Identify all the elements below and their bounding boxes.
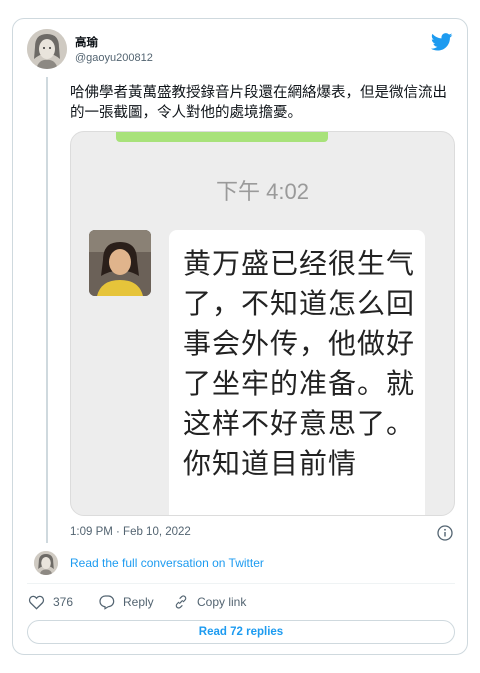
chat-message-bubble: 黄万盛已经很生气了，不知道怎么回事会外传，他做好了坐牢的准备。就这样不好意思了。… bbox=[169, 230, 425, 515]
chat-sender-avatar bbox=[89, 230, 151, 296]
tweet-text: 哈佛學者黃萬盛教授錄音片段還在網絡爆表，但是微信流出的一張截圖，令人對他的處境擔… bbox=[70, 85, 447, 121]
reply-bubble-icon bbox=[99, 595, 115, 610]
read-conversation-link[interactable]: Read the full conversation on Twitter bbox=[70, 556, 264, 570]
like-button[interactable]: 376 bbox=[28, 593, 73, 611]
divider bbox=[27, 583, 455, 584]
wechat-green-bubble-edge bbox=[116, 132, 328, 142]
tweet-timestamp[interactable]: 1:09 PM · Feb 10, 2022 bbox=[70, 526, 191, 538]
copy-link-button[interactable]: Copy link bbox=[173, 593, 246, 611]
link-icon bbox=[175, 595, 187, 609]
heart-icon bbox=[28, 595, 45, 610]
info-icon[interactable] bbox=[437, 525, 453, 541]
reply-label: Reply bbox=[123, 595, 154, 609]
tweet-media-image[interactable]: 下午 4:02 黄万盛已经很生气了，不知道怎么回事会外传，他做好了坐牢的准备。就… bbox=[70, 131, 455, 516]
author-name[interactable]: 高瑜 bbox=[75, 34, 98, 50]
reply-avatar bbox=[34, 551, 58, 575]
tweet-card: 高瑜 @gaoyu200812 哈佛學者黃萬盛教授錄音片段還在網絡爆表，但是微信… bbox=[12, 18, 468, 655]
read-replies-button[interactable]: Read 72 replies bbox=[27, 620, 455, 644]
author-handle[interactable]: @gaoyu200812 bbox=[75, 52, 153, 64]
like-count: 376 bbox=[53, 595, 74, 609]
chat-timestamp: 下午 4:02 bbox=[216, 179, 309, 204]
reply-button[interactable]: Reply bbox=[99, 593, 154, 611]
author-avatar[interactable] bbox=[27, 29, 67, 69]
thread-line bbox=[46, 77, 48, 543]
twitter-logo-icon[interactable] bbox=[431, 33, 453, 51]
copy-link-label: Copy link bbox=[197, 595, 247, 609]
